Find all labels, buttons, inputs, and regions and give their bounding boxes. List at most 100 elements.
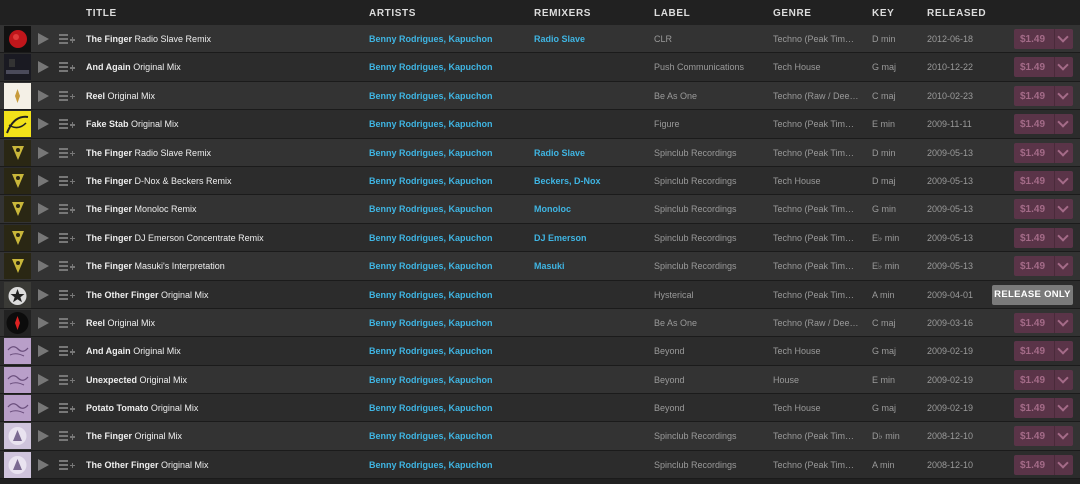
play-icon[interactable] (38, 316, 49, 329)
cover-art[interactable] (4, 82, 31, 109)
track-title[interactable]: And Again Original Mix (86, 62, 181, 72)
add-to-queue-icon[interactable] (59, 260, 75, 272)
cover-art[interactable] (4, 167, 31, 194)
add-to-queue-icon[interactable] (59, 118, 75, 130)
release-only-button[interactable]: RELEASE ONLY (992, 284, 1073, 305)
cover-art[interactable] (4, 26, 31, 52)
track-label[interactable]: Beyond (654, 346, 685, 356)
track-label[interactable]: Be As One (654, 91, 697, 101)
track-title[interactable]: The Finger DJ Emerson Concentrate Remix (86, 233, 264, 243)
track-artists-link[interactable]: Benny Rodrigues, Kapuchon (369, 375, 493, 385)
cover-art[interactable] (4, 423, 31, 450)
track-label[interactable]: Spinclub Recordings (654, 176, 737, 186)
track-label[interactable]: Spinclub Recordings (654, 204, 737, 214)
buy-button[interactable]: $1.49 (1014, 142, 1073, 163)
cover-art[interactable] (4, 139, 31, 166)
buy-button[interactable]: $1.49 (1014, 398, 1073, 419)
track-artists-link[interactable]: Benny Rodrigues, Kapuchon (369, 290, 493, 300)
add-to-queue-icon[interactable] (59, 317, 75, 329)
track-label[interactable]: Hysterical (654, 290, 694, 300)
buy-button[interactable]: $1.49 (1014, 312, 1073, 333)
track-label[interactable]: Beyond (654, 403, 685, 413)
buy-button[interactable]: $1.49 (1014, 426, 1073, 447)
chevron-down-icon[interactable] (1057, 31, 1069, 43)
buy-button[interactable]: $1.49 (1014, 29, 1073, 49)
chevron-down-icon[interactable] (1057, 343, 1069, 355)
chevron-down-icon[interactable] (1057, 201, 1069, 214)
track-title[interactable]: Reel Original Mix (86, 91, 155, 101)
track-genre[interactable]: Techno (Raw / Dee… (773, 91, 863, 101)
track-artists-link[interactable]: Benny Rodrigues, Kapuchon (369, 119, 493, 129)
track-genre[interactable]: House (773, 375, 863, 385)
track-title[interactable]: The Finger D-Nox & Beckers Remix (86, 176, 232, 186)
buy-button[interactable]: $1.49 (1014, 369, 1073, 390)
column-header-remixers[interactable]: REMIXERS (534, 8, 591, 19)
chevron-down-icon[interactable] (1057, 372, 1069, 384)
add-to-queue-icon[interactable] (59, 147, 75, 159)
track-artists-link[interactable]: Benny Rodrigues, Kapuchon (369, 403, 493, 413)
cover-art[interactable] (4, 111, 31, 138)
chevron-down-icon[interactable] (1057, 116, 1069, 128)
add-to-queue-icon[interactable] (59, 345, 75, 357)
track-genre[interactable]: Techno (Peak Tim… (773, 261, 863, 271)
play-icon[interactable] (38, 430, 49, 443)
play-icon[interactable] (38, 118, 49, 131)
cover-art[interactable] (4, 451, 31, 478)
track-genre[interactable]: Tech House (773, 176, 863, 186)
play-icon[interactable] (38, 402, 49, 415)
track-artists-link[interactable]: Benny Rodrigues, Kapuchon (369, 346, 493, 356)
track-title[interactable]: The Finger Radio Slave Remix (86, 34, 211, 44)
play-icon[interactable] (38, 260, 49, 273)
track-artists-link[interactable]: Benny Rodrigues, Kapuchon (369, 460, 493, 470)
chevron-down-icon[interactable] (1057, 457, 1069, 469)
cover-art[interactable] (4, 281, 31, 308)
track-artists-link[interactable]: Benny Rodrigues, Kapuchon (369, 62, 493, 72)
buy-button[interactable]: $1.49 (1014, 256, 1073, 277)
play-icon[interactable] (38, 89, 49, 102)
cover-art[interactable] (4, 395, 31, 422)
track-label[interactable]: Spinclub Recordings (654, 148, 737, 158)
track-artists-link[interactable]: Benny Rodrigues, Kapuchon (369, 176, 493, 186)
buy-button[interactable]: $1.49 (1014, 341, 1073, 362)
column-header-artists[interactable]: ARTISTS (369, 8, 416, 19)
track-title[interactable]: The Other Finger Original Mix (86, 290, 209, 300)
play-icon[interactable] (38, 231, 49, 244)
track-title[interactable]: Unexpected Original Mix (86, 375, 187, 385)
play-icon[interactable] (38, 345, 49, 358)
track-artists-link[interactable]: Benny Rodrigues, Kapuchon (369, 318, 493, 328)
track-title[interactable]: The Finger Masuki's Interpretation (86, 261, 225, 271)
chevron-down-icon[interactable] (1057, 315, 1069, 327)
add-to-queue-icon[interactable] (59, 459, 75, 471)
chevron-down-icon[interactable] (1057, 144, 1069, 157)
buy-button[interactable]: $1.49 (1014, 85, 1073, 106)
column-header-label[interactable]: LABEL (654, 8, 690, 19)
track-genre[interactable]: Techno (Peak Tim… (773, 290, 863, 300)
track-genre[interactable]: Tech House (773, 346, 863, 356)
play-icon[interactable] (38, 146, 49, 159)
track-genre[interactable]: Tech House (773, 62, 863, 72)
track-artists-link[interactable]: Benny Rodrigues, Kapuchon (369, 261, 493, 271)
add-to-queue-icon[interactable] (59, 289, 75, 301)
track-title[interactable]: Potato Tomato Original Mix (86, 403, 198, 413)
play-icon[interactable] (38, 174, 49, 187)
track-title[interactable]: Fake Stab Original Mix (86, 119, 179, 129)
track-label[interactable]: CLR (654, 34, 672, 44)
add-to-queue-icon[interactable] (59, 402, 75, 414)
track-label[interactable]: Spinclub Recordings (654, 460, 737, 470)
track-label[interactable]: Spinclub Recordings (654, 261, 737, 271)
play-icon[interactable] (38, 203, 49, 216)
track-genre[interactable]: Techno (Peak Tim… (773, 34, 863, 44)
play-icon[interactable] (38, 288, 49, 301)
add-to-queue-icon[interactable] (59, 90, 75, 102)
track-genre[interactable]: Tech House (773, 403, 863, 413)
chevron-down-icon[interactable] (1057, 173, 1069, 185)
column-header-title[interactable]: TITLE (86, 8, 117, 19)
track-remixers-link[interactable]: Beckers, D-Nox (534, 176, 601, 186)
chevron-down-icon[interactable] (1057, 88, 1069, 100)
track-remixers-link[interactable]: Radio Slave (534, 34, 585, 44)
add-to-queue-icon[interactable] (59, 61, 75, 73)
track-remixers-link[interactable]: DJ Emerson (534, 233, 587, 243)
track-label[interactable]: Push Communications (654, 62, 744, 72)
cover-art[interactable] (4, 224, 31, 251)
track-artists-link[interactable]: Benny Rodrigues, Kapuchon (369, 204, 493, 214)
